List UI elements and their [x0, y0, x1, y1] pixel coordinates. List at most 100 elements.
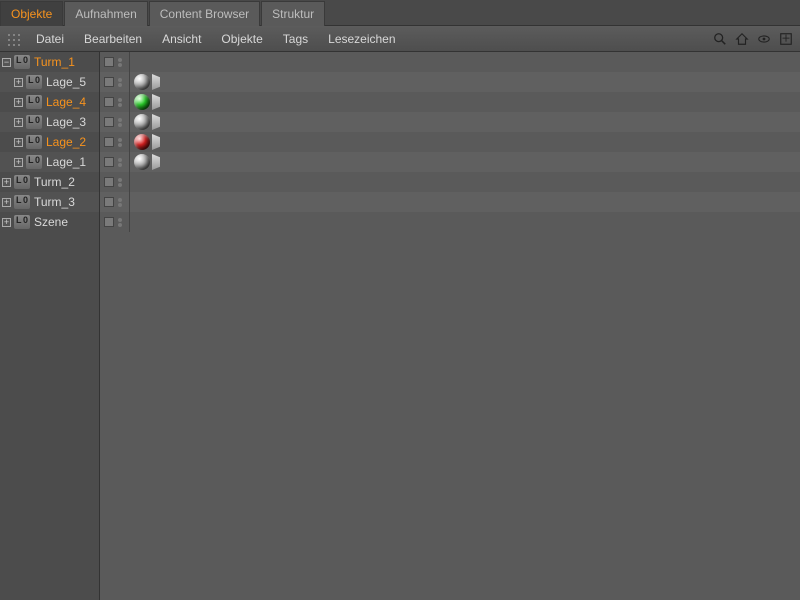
tab-objekte[interactable]: Objekte	[0, 1, 63, 26]
tag-row	[100, 192, 800, 212]
render-visibility-dot[interactable]	[118, 203, 122, 207]
tree-row[interactable]: + Turm_3	[0, 192, 99, 212]
editor-visibility-dot[interactable]	[118, 158, 122, 162]
visibility-cell[interactable]	[100, 192, 130, 212]
tree-expander[interactable]: +	[2, 178, 11, 187]
material-tag-icon[interactable]	[134, 134, 150, 150]
tag-row	[100, 92, 800, 112]
null-object-icon	[26, 75, 42, 89]
eye-icon[interactable]	[756, 31, 772, 47]
object-label[interactable]: Turm_3	[34, 195, 75, 209]
material-tag-icon[interactable]	[134, 94, 150, 110]
render-visibility-dot[interactable]	[118, 103, 122, 107]
tab-content-browser[interactable]: Content Browser	[149, 1, 260, 26]
object-label[interactable]: Lage_5	[46, 75, 86, 89]
render-visibility-dot[interactable]	[118, 143, 122, 147]
layer-swatch-icon[interactable]	[104, 57, 114, 67]
render-visibility-dot[interactable]	[118, 223, 122, 227]
visibility-cell[interactable]	[100, 52, 130, 72]
layer-swatch-icon[interactable]	[104, 157, 114, 167]
tree-row[interactable]: + Lage_1	[0, 152, 99, 172]
material-tag-icon[interactable]	[134, 114, 150, 130]
home-icon[interactable]	[734, 31, 750, 47]
editor-visibility-dot[interactable]	[118, 178, 122, 182]
render-visibility-dot[interactable]	[118, 83, 122, 87]
render-visibility-dot[interactable]	[118, 163, 122, 167]
tree-row[interactable]: − Turm_1	[0, 52, 99, 72]
tree-row[interactable]: + Lage_3	[0, 112, 99, 132]
editor-visibility-dot[interactable]	[118, 98, 122, 102]
menu-ansicht[interactable]: Ansicht	[152, 32, 211, 46]
object-label[interactable]: Lage_3	[46, 115, 86, 129]
object-label[interactable]: Lage_1	[46, 155, 86, 169]
panel-grip-icon[interactable]	[6, 32, 20, 46]
object-label[interactable]: Szene	[34, 215, 68, 229]
maximize-icon[interactable]	[778, 31, 794, 47]
menu-tags[interactable]: Tags	[273, 32, 318, 46]
null-object-icon	[14, 175, 30, 189]
visibility-cell[interactable]	[100, 92, 130, 112]
null-object-icon	[14, 195, 30, 209]
visibility-cell[interactable]	[100, 112, 130, 132]
tree-expander[interactable]: +	[14, 158, 23, 167]
menu-objekte[interactable]: Objekte	[211, 32, 272, 46]
layer-swatch-icon[interactable]	[104, 137, 114, 147]
render-visibility-dot[interactable]	[118, 183, 122, 187]
selection-tag-icon[interactable]	[152, 154, 160, 170]
object-label[interactable]: Lage_2	[46, 135, 86, 149]
editor-visibility-dot[interactable]	[118, 78, 122, 82]
layer-swatch-icon[interactable]	[104, 197, 114, 207]
editor-visibility-dot[interactable]	[118, 58, 122, 62]
visibility-cell[interactable]	[100, 212, 130, 232]
tag-row	[100, 132, 800, 152]
layer-swatch-icon[interactable]	[104, 217, 114, 227]
tree-expander[interactable]: −	[2, 58, 11, 67]
null-object-icon	[14, 55, 30, 69]
selection-tag-icon[interactable]	[152, 74, 160, 90]
panel-tabs: Objekte Aufnahmen Content Browser Strukt…	[0, 0, 800, 26]
tree-row[interactable]: + Turm_2	[0, 172, 99, 192]
menu-bearbeiten[interactable]: Bearbeiten	[74, 32, 152, 46]
search-icon[interactable]	[712, 31, 728, 47]
null-object-icon	[14, 215, 30, 229]
layer-swatch-icon[interactable]	[104, 97, 114, 107]
object-label[interactable]: Turm_2	[34, 175, 75, 189]
tree-row[interactable]: + Lage_2	[0, 132, 99, 152]
editor-visibility-dot[interactable]	[118, 118, 122, 122]
tree-expander[interactable]: +	[2, 198, 11, 207]
menu-lesezeichen[interactable]: Lesezeichen	[318, 32, 405, 46]
tree-row[interactable]: + Lage_4	[0, 92, 99, 112]
visibility-cell[interactable]	[100, 172, 130, 192]
render-visibility-dot[interactable]	[118, 63, 122, 67]
selection-tag-icon[interactable]	[152, 94, 160, 110]
tab-struktur[interactable]: Struktur	[261, 1, 325, 26]
visibility-cell[interactable]	[100, 132, 130, 152]
layer-swatch-icon[interactable]	[104, 117, 114, 127]
editor-visibility-dot[interactable]	[118, 198, 122, 202]
editor-visibility-dot[interactable]	[118, 138, 122, 142]
visibility-cell[interactable]	[100, 72, 130, 92]
render-visibility-dot[interactable]	[118, 123, 122, 127]
visibility-cell[interactable]	[100, 152, 130, 172]
selection-tag-icon[interactable]	[152, 134, 160, 150]
material-tag-icon[interactable]	[134, 154, 150, 170]
tree-expander[interactable]: +	[14, 98, 23, 107]
editor-visibility-dot[interactable]	[118, 218, 122, 222]
tree-expander[interactable]: +	[14, 78, 23, 87]
tree-expander[interactable]: +	[14, 118, 23, 127]
null-object-icon	[26, 95, 42, 109]
layer-swatch-icon[interactable]	[104, 77, 114, 87]
object-label[interactable]: Turm_1	[34, 55, 75, 69]
object-label[interactable]: Lage_4	[46, 95, 86, 109]
layer-swatch-icon[interactable]	[104, 177, 114, 187]
tag-row	[100, 112, 800, 132]
menu-datei[interactable]: Datei	[26, 32, 74, 46]
material-tag-icon[interactable]	[134, 74, 150, 90]
selection-tag-icon[interactable]	[152, 114, 160, 130]
tab-aufnahmen[interactable]: Aufnahmen	[64, 1, 147, 26]
tree-row[interactable]: + Szene	[0, 212, 99, 232]
tree-expander[interactable]: +	[2, 218, 11, 227]
object-manager-tree: − Turm_1 + Lage_5 + Lage_4 + Lage_3 + Lage_2 + Lage…	[0, 52, 800, 600]
tree-row[interactable]: + Lage_5	[0, 72, 99, 92]
tree-expander[interactable]: +	[14, 138, 23, 147]
